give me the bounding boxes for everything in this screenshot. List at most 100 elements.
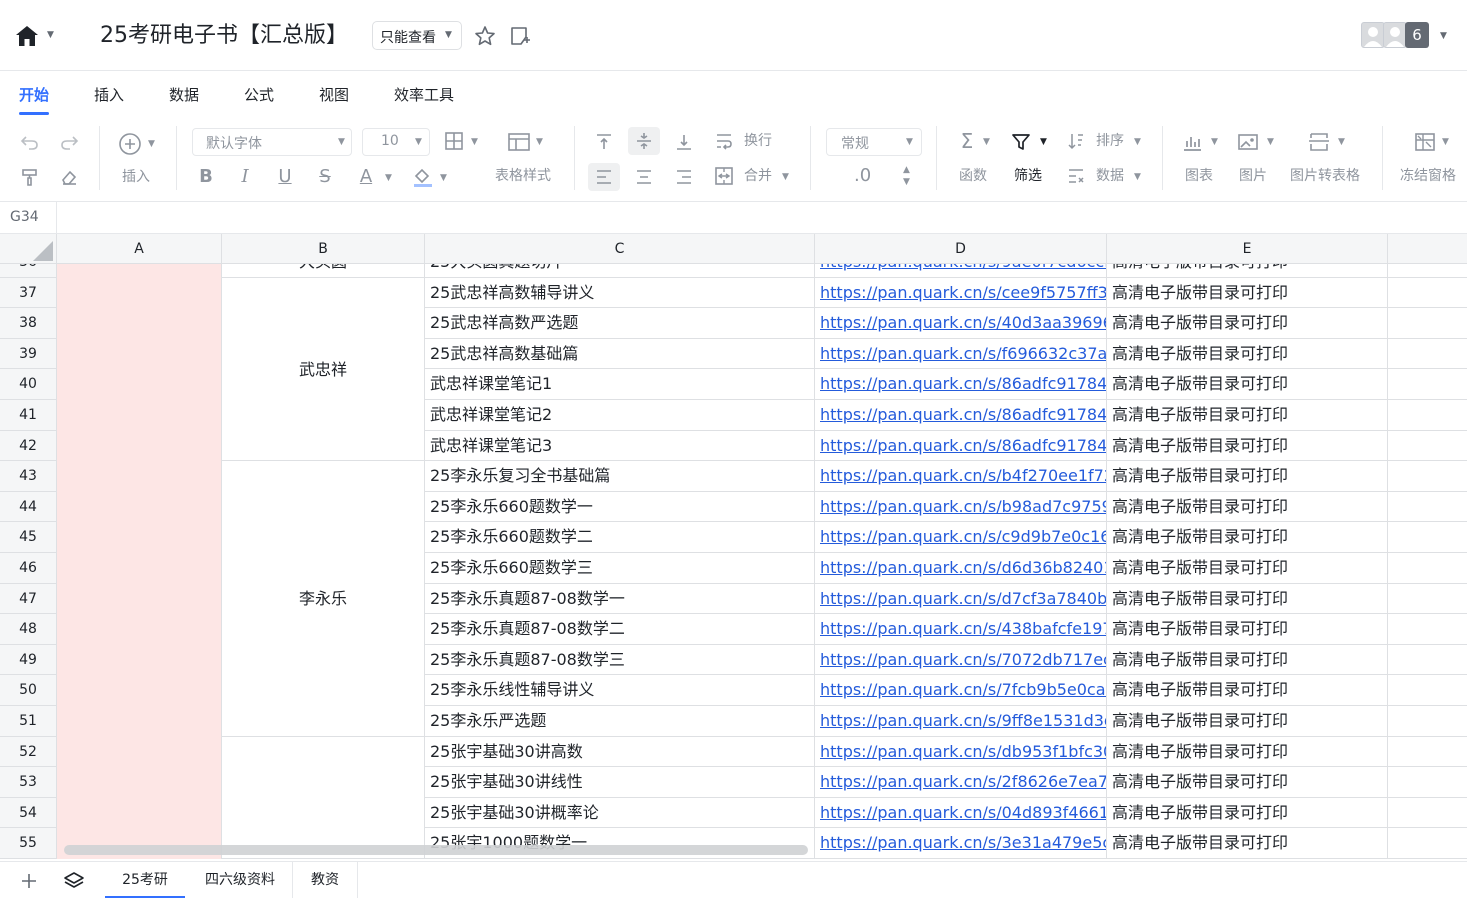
tab-home[interactable]: 开始 <box>19 84 49 105</box>
home-button[interactable]: ▼ <box>14 24 58 48</box>
cell-d[interactable]: https://pan.quark.cn/s/40d3aa39696a <box>815 308 1107 339</box>
decimal-places-stepper[interactable]: .0 ▲ ▼ <box>842 163 922 191</box>
cell-d[interactable]: https://pan.quark.cn/s/9ff8e1531d3d <box>815 706 1107 737</box>
hyperlink[interactable]: https://pan.quark.cn/s/cee9f5757ff3 <box>820 283 1106 302</box>
hyperlink[interactable]: https://pan.quark.cn/s/f696632c37a8 <box>820 344 1106 363</box>
align-right-icon[interactable] <box>674 167 694 187</box>
cell-e[interactable]: 高清电子版带目录可打印 <box>1107 553 1388 584</box>
cell-f[interactable] <box>1388 308 1467 339</box>
cell-d[interactable]: https://pan.quark.cn/s/86adfc917845 <box>815 430 1107 462</box>
cell-d[interactable]: https://pan.quark.cn/s/cee9f5757ff3 <box>815 277 1107 309</box>
cell-e[interactable]: 高清电子版带目录可打印 <box>1107 522 1388 553</box>
tab-view[interactable]: 视图 <box>319 84 349 105</box>
cell-d[interactable]: https://pan.quark.cn/s/04d893f46614 <box>815 797 1107 829</box>
add-sheet-button[interactable] <box>18 870 40 892</box>
hyperlink[interactable]: https://pan.quark.cn/s/86adfc917845 <box>820 374 1106 393</box>
align-top-icon[interactable] <box>594 132 614 152</box>
cell-a[interactable] <box>57 369 222 400</box>
permission-dropdown[interactable]: 只能查看 ▼ <box>372 21 462 50</box>
eraser-icon[interactable] <box>59 167 79 187</box>
hyperlink[interactable]: https://pan.quark.cn/s/b98ad7c9759c <box>820 497 1106 516</box>
cell-f[interactable] <box>1388 767 1467 798</box>
cell-c[interactable]: 25李永乐真题87-08数学一 <box>425 583 815 615</box>
collaborators[interactable]: 6 ▼ <box>1361 22 1451 50</box>
cell-f[interactable] <box>1388 828 1467 859</box>
align-left-button[interactable] <box>588 163 620 191</box>
tab-insert[interactable]: 插入 <box>94 84 124 105</box>
number-format-select[interactable]: 常规 ▼ <box>826 128 922 156</box>
cell-a[interactable] <box>57 522 222 553</box>
hyperlink[interactable]: https://pan.quark.cn/s/86adfc917845 <box>820 405 1106 424</box>
horizontal-scrollbar[interactable] <box>64 845 808 855</box>
hyperlink[interactable]: https://pan.quark.cn/s/d7cf3a7840ba <box>820 589 1106 608</box>
row-header[interactable]: 46 <box>0 553 57 584</box>
row-header[interactable]: 53 <box>0 767 57 798</box>
cell-a[interactable] <box>57 264 222 278</box>
align-middle-button[interactable] <box>628 127 660 155</box>
image-to-table-button[interactable]: ▼ 图片转表格 <box>1290 131 1368 189</box>
cell-c[interactable]: 25李永乐复习全书基础篇 <box>425 461 815 492</box>
row-header[interactable]: 55 <box>0 828 57 859</box>
hyperlink[interactable]: https://pan.quark.cn/s/b4f270ee1f72 <box>820 466 1106 485</box>
hyperlink[interactable]: https://pan.quark.cn/s/438bafcfe197 <box>820 619 1106 638</box>
hyperlink[interactable]: https://pan.quark.cn/s/7fcb9b5e0cac <box>820 680 1106 699</box>
cell-f[interactable] <box>1388 645 1467 676</box>
freeze-panes-button[interactable]: ▼ 冻结窗格 <box>1400 131 1466 189</box>
cell-f[interactable] <box>1388 584 1467 615</box>
cell-d[interactable]: https://pan.quark.cn/s/d7cf3a7840ba <box>815 583 1107 615</box>
function-button[interactable]: Σ ▼ 函数 <box>955 131 999 189</box>
cell-e[interactable]: 高清电子版带目录可打印 <box>1107 736 1388 768</box>
cell-e[interactable]: 高清电子版带目录可打印 <box>1107 430 1388 462</box>
cell-c[interactable]: 25李永乐严选题 <box>425 706 815 737</box>
cell-a[interactable] <box>57 491 222 523</box>
cell-d[interactable]: https://pan.quark.cn/s/86adfc917845 <box>815 400 1107 431</box>
cell-a[interactable] <box>57 277 222 309</box>
cell-f[interactable] <box>1388 706 1467 737</box>
hyperlink[interactable]: https://pan.quark.cn/s/40d3aa39696a <box>820 313 1106 332</box>
insert-button[interactable]: ▼ 插入 <box>116 130 160 190</box>
table-style-button[interactable]: ▼ 表格样式 <box>495 131 559 189</box>
row-header[interactable]: 47 <box>0 583 57 615</box>
cell-reference-box[interactable]: G34 <box>0 202 57 233</box>
column-header-c[interactable]: C <box>425 234 815 264</box>
row-header[interactable]: 37 <box>0 277 57 309</box>
font-family-select[interactable]: 默认字体 ▼ <box>192 128 352 156</box>
cell-a[interactable] <box>57 430 222 462</box>
merged-cell-b[interactable] <box>222 736 425 859</box>
column-header-b[interactable]: B <box>222 234 425 264</box>
column-header-f[interactable] <box>1388 234 1467 264</box>
cell-c[interactable]: 武忠祥课堂笔记2 <box>425 400 815 431</box>
cell-e[interactable]: 高清电子版带目录可打印 <box>1107 706 1388 737</box>
cell-c[interactable]: 25李永乐660题数学一 <box>425 491 815 523</box>
cell-f[interactable] <box>1388 798 1467 829</box>
cell-d[interactable]: https://pan.quark.cn/s/2f8626e7ea79 <box>815 767 1107 798</box>
row-header[interactable]: 48 <box>0 614 57 645</box>
tab-data[interactable]: 数据 <box>169 84 199 105</box>
stepper-up-icon[interactable]: ▲ <box>903 165 910 175</box>
sort-button[interactable]: 排序 ▼ <box>1066 131 1146 153</box>
cell-f[interactable] <box>1388 431 1467 462</box>
cell-a[interactable] <box>57 400 222 431</box>
merge-cells-button[interactable]: 合并 ▼ <box>714 166 794 188</box>
font-color-button[interactable]: A ▼ <box>355 165 395 189</box>
hyperlink[interactable]: https://pan.quark.cn/s/9ff8e1531d3d <box>820 711 1106 730</box>
hyperlink[interactable]: https://pan.quark.cn/s/c9d9b7e0c160 <box>820 527 1106 546</box>
sheet-tab-25kaoyan[interactable]: 25考研 <box>105 862 185 898</box>
row-header[interactable]: 51 <box>0 706 57 737</box>
hyperlink[interactable]: https://pan.quark.cn/s/9ae0f7cd6ccf <box>820 264 1106 271</box>
font-size-select[interactable]: 10 ▼ <box>362 128 430 156</box>
cell-a[interactable] <box>57 797 222 829</box>
cell-e[interactable]: 高清电子版带目录可打印 <box>1107 461 1388 492</box>
hyperlink[interactable]: https://pan.quark.cn/s/d6d36b824011 <box>820 558 1106 577</box>
image-button[interactable]: ▼ 图片 <box>1237 131 1281 189</box>
cell-f[interactable] <box>1388 737 1467 768</box>
cell-f[interactable] <box>1388 614 1467 645</box>
column-header-e[interactable]: E <box>1107 234 1388 264</box>
row-header[interactable]: 42 <box>0 430 57 462</box>
stepper-down-icon[interactable]: ▼ <box>903 177 910 187</box>
cell-c[interactable]: 25李永乐线性辅导讲义 <box>425 675 815 706</box>
cell-a[interactable] <box>57 644 222 676</box>
chart-button[interactable]: ▼ 图表 <box>1181 131 1225 189</box>
cell-d[interactable]: https://pan.quark.cn/s/86adfc917845 <box>815 369 1107 400</box>
formula-input[interactable] <box>58 202 1467 233</box>
